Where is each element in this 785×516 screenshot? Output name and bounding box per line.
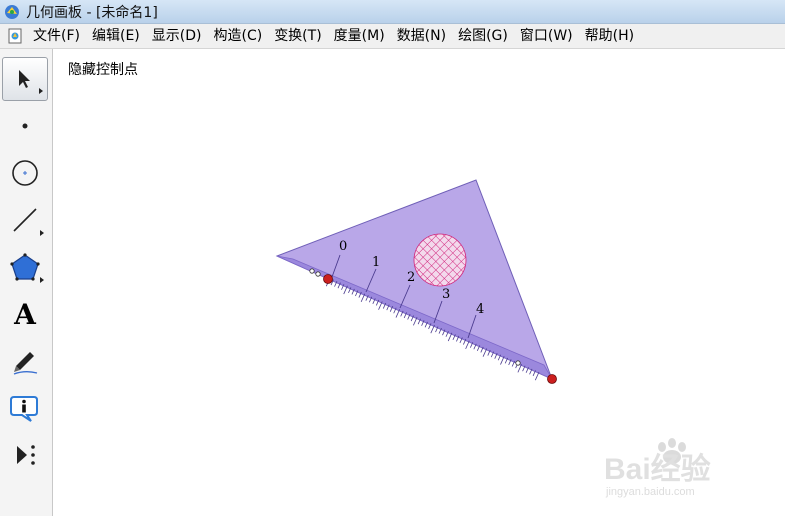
compass-tool[interactable] bbox=[2, 151, 48, 195]
menu-bar: 文件(F) 编辑(E) 显示(D) 构造(C) 变换(T) 度量(M) 数据(N… bbox=[0, 24, 785, 49]
baidu-jingyan-watermark: Bai经验 jingyan.baidu.com bbox=[604, 438, 711, 498]
point-icon bbox=[22, 123, 28, 129]
ruler-minor-tick bbox=[465, 340, 470, 350]
tool-palette: A bbox=[0, 49, 53, 516]
ruler-label-1: 1 bbox=[372, 255, 380, 270]
text-icon: A bbox=[14, 297, 36, 331]
line-segment-icon bbox=[13, 208, 37, 232]
menu-display[interactable]: 显示(D) bbox=[146, 24, 208, 48]
sketchpad-app-icon bbox=[5, 4, 19, 19]
document-icon[interactable] bbox=[7, 28, 23, 44]
polygon-tool[interactable] bbox=[2, 245, 48, 289]
menu-measure[interactable]: 度量(M) bbox=[328, 24, 391, 48]
select-tool[interactable] bbox=[2, 57, 48, 101]
custom-tool-icon bbox=[17, 445, 35, 465]
watermark-url: jingyan.baidu.com bbox=[605, 486, 695, 498]
tool-submenu-indicator bbox=[40, 230, 44, 236]
menu-file[interactable]: 文件(F) bbox=[27, 24, 86, 48]
custom-tools[interactable] bbox=[2, 433, 48, 477]
menu-window[interactable]: 窗口(W) bbox=[514, 24, 579, 48]
window-title: 几何画板 - [未命名1] bbox=[26, 4, 158, 21]
hidden-point-c[interactable] bbox=[515, 360, 521, 366]
menu-graph[interactable]: 绘图(G) bbox=[452, 24, 514, 48]
menu-transform[interactable]: 变换(T) bbox=[268, 24, 327, 48]
ruler-label-2: 2 bbox=[407, 270, 415, 285]
information-tool[interactable] bbox=[2, 386, 48, 430]
menu-construct[interactable]: 构造(C) bbox=[207, 24, 268, 48]
ruler-minor-tick bbox=[430, 324, 435, 334]
arrow-select-icon bbox=[19, 70, 30, 88]
straightedge-tool[interactable] bbox=[2, 198, 48, 242]
ruler-label-4: 4 bbox=[476, 302, 484, 317]
ruler-minor-tick bbox=[413, 317, 418, 326]
menu-data[interactable]: 数据(N) bbox=[391, 24, 452, 48]
ruler-minor-tick bbox=[534, 371, 540, 381]
control-point-left[interactable] bbox=[323, 274, 333, 284]
ruler-label-0: 0 bbox=[339, 239, 347, 254]
hidden-point-b[interactable] bbox=[315, 271, 321, 277]
compass-circle-icon bbox=[12, 160, 38, 186]
polygon-icon bbox=[10, 253, 40, 281]
ruler-minor-tick bbox=[500, 356, 505, 365]
title-bar: 几何画板 - [未命名1] bbox=[0, 0, 785, 24]
hidden-point-a[interactable] bbox=[309, 268, 315, 274]
control-point-right[interactable] bbox=[547, 374, 557, 384]
info-icon bbox=[10, 396, 38, 422]
marker-tool[interactable] bbox=[2, 339, 48, 383]
tool-submenu-indicator bbox=[40, 277, 44, 283]
ruler-minor-tick bbox=[447, 332, 453, 342]
tool-submenu-indicator bbox=[39, 88, 43, 94]
ruler-minor-tick bbox=[482, 348, 488, 357]
ruler-label-3: 3 bbox=[442, 287, 450, 302]
menu-edit[interactable]: 编辑(E) bbox=[86, 24, 146, 48]
watermark-brand: Bai经验 bbox=[604, 452, 711, 486]
menu-help[interactable]: 帮助(H) bbox=[579, 24, 640, 48]
triangle-hole[interactable] bbox=[413, 233, 467, 287]
marker-pen-icon bbox=[13, 352, 38, 375]
text-tool[interactable]: A bbox=[2, 292, 48, 336]
point-tool[interactable] bbox=[2, 104, 48, 148]
